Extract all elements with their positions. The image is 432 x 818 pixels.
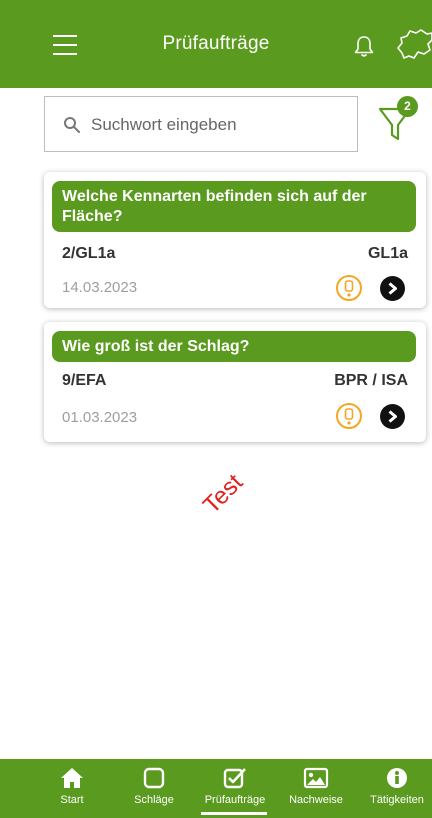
task-question: Welche Kennarten befinden sich auf der F… — [52, 181, 416, 232]
nav-label: Prüfaufträge — [204, 794, 266, 806]
open-task-arrow-icon[interactable] — [380, 404, 405, 429]
nav-label: Schläge — [134, 794, 174, 806]
nav-item-taetigkeiten[interactable]: Tätigkeiten — [362, 759, 432, 818]
bell-icon[interactable] — [353, 34, 375, 58]
test-watermark: Test — [198, 468, 249, 520]
info-icon — [387, 768, 407, 788]
map-icon[interactable] — [394, 28, 432, 62]
task-date: 14.03.2023 — [62, 279, 138, 296]
task-code: GL1a — [367, 245, 408, 262]
task-card[interactable]: Welche Kennarten befinden sich auf der F… — [44, 172, 426, 308]
active-tab-indicator — [201, 812, 267, 815]
task-code: BPR / ISA — [334, 372, 408, 389]
checkbox-icon — [223, 768, 246, 789]
task-id: 2/GL1a — [62, 245, 116, 262]
warning-icon — [336, 403, 362, 429]
nav-label: Nachweise — [289, 794, 343, 806]
search-icon — [64, 117, 80, 133]
nav-label: Tätigkeiten — [370, 794, 424, 806]
home-icon — [61, 768, 83, 788]
bottom-nav: Start Schläge Prüfaufträge Nachweise Tät… — [0, 759, 432, 818]
open-task-arrow-icon[interactable] — [380, 276, 405, 301]
nav-item-start[interactable]: Start — [40, 759, 104, 818]
nav-label: Start — [60, 794, 84, 806]
task-id: 9/EFA — [62, 372, 107, 389]
nav-item-schlaege[interactable]: Schläge — [122, 759, 186, 818]
square-icon — [143, 767, 165, 789]
warning-icon — [336, 275, 362, 301]
task-date: 01.03.2023 — [62, 409, 138, 426]
nav-item-pruefauftraege[interactable]: Prüfaufträge — [199, 759, 271, 818]
image-icon — [303, 767, 329, 789]
search-input[interactable] — [91, 112, 341, 138]
filter-count-badge: 2 — [397, 96, 418, 117]
app-header: Prüfaufträge — [0, 0, 432, 88]
search-box — [44, 96, 358, 152]
task-card[interactable]: Wie groß ist der Schlag? 9/EFA BPR / ISA… — [44, 322, 426, 442]
task-question: Wie groß ist der Schlag? — [52, 331, 416, 362]
nav-item-nachweise[interactable]: Nachweise — [283, 759, 349, 818]
